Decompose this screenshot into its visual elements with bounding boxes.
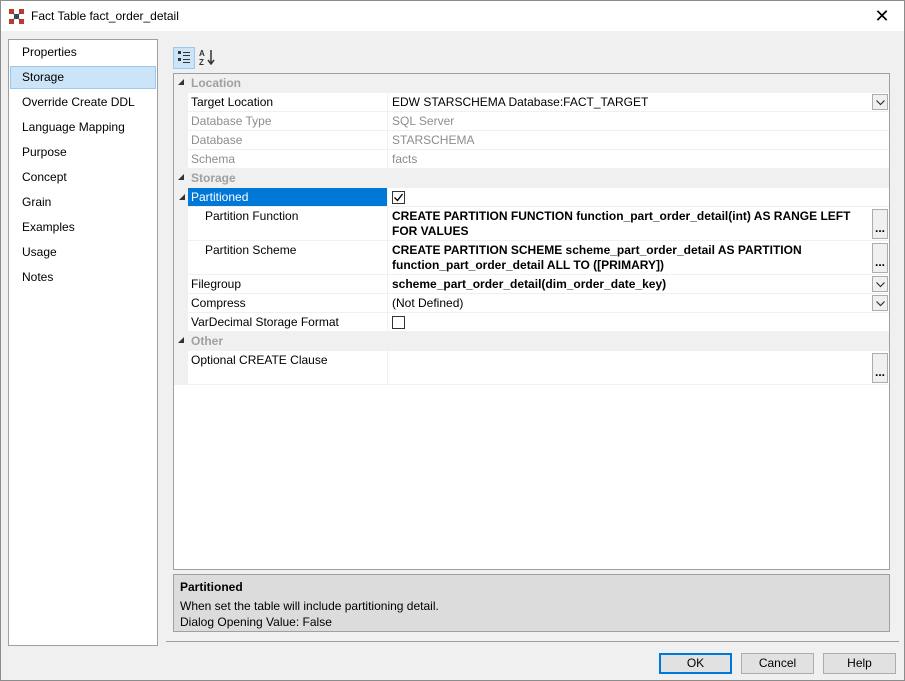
property-grid: Location Target Location EDW STARSCHEMA … [173,73,890,570]
svg-text:Z: Z [199,58,204,67]
chevron-down-icon [876,282,885,288]
prop-value[interactable]: CREATE PARTITION SCHEME scheme_part_orde… [388,241,889,275]
ellipsis-button[interactable]: ... [872,243,888,273]
dropdown-button[interactable] [872,94,888,110]
partition-scheme-value: CREATE PARTITION SCHEME scheme_part_orde… [392,243,802,272]
checkmark-icon [394,193,404,202]
prop-row-schema: Schema facts [174,150,889,169]
nav-item-grain[interactable]: Grain [10,191,156,214]
chevron-down-icon [876,301,885,307]
collapse-icon[interactable] [178,337,184,343]
prop-value[interactable]: scheme_part_order_detail(dim_order_date_… [388,275,889,294]
nav-item-override-create-ddl[interactable]: Override Create DDL [10,91,156,114]
nav-item-examples[interactable]: Examples [10,216,156,239]
category-label: Other [191,334,224,348]
help-button[interactable]: Help [823,653,896,674]
prop-name: Compress [188,294,388,313]
prop-value[interactable]: (Not Defined) [388,294,889,313]
dropdown-button[interactable] [872,276,888,292]
description-title: Partitioned [180,580,243,594]
nav-item-properties[interactable]: Properties [10,41,156,64]
nav-item-purpose[interactable]: Purpose [10,141,156,164]
prop-row-compress[interactable]: Compress (Not Defined) [174,294,889,313]
title-bar: Fact Table fact_order_detail ✕ [1,1,904,31]
partition-function-value: CREATE PARTITION FUNCTION function_part_… [392,209,851,238]
description-text: When set the table will include partitio… [180,599,439,613]
prop-value[interactable]: EDW STARSCHEMA Database:FACT_TARGET [388,93,889,112]
categorized-button[interactable] [173,47,195,69]
prop-name: Optional CREATE Clause [188,351,388,385]
prop-row-optional-create[interactable]: Optional CREATE Clause ... [174,351,889,385]
close-icon: ✕ [874,6,890,26]
window-title: Fact Table fact_order_detail [31,9,179,23]
prop-name: Partition Scheme [188,241,388,275]
prop-name: Database Type [188,112,388,131]
prop-name: VarDecimal Storage Format [188,313,388,332]
prop-row-target-location[interactable]: Target Location EDW STARSCHEMA Database:… [174,93,889,112]
prop-name: Partition Function [188,207,388,241]
prop-name: Filegroup [188,275,388,294]
svg-text:A: A [199,49,205,58]
prop-row-database: Database STARSCHEMA [174,131,889,150]
prop-row-partition-scheme[interactable]: Partition Scheme CREATE PARTITION SCHEME… [174,241,889,275]
dialog-window: Fact Table fact_order_detail ✕ Propertie… [0,0,905,681]
categorized-icon [178,51,190,63]
prop-value: facts [388,150,889,169]
vardecimal-checkbox[interactable] [392,316,405,329]
close-button[interactable]: ✕ [860,1,904,31]
fact-table-icon [9,9,24,24]
prop-row-partition-function[interactable]: Partition Function CREATE PARTITION FUNC… [174,207,889,241]
prop-value[interactable]: CREATE PARTITION FUNCTION function_part_… [388,207,889,241]
chevron-down-icon [876,100,885,106]
compress-value: (Not Defined) [392,296,464,310]
prop-name: Schema [188,150,388,169]
description-panel: Partitioned When set the table will incl… [173,574,890,632]
prop-value[interactable] [388,313,889,332]
ellipsis-button[interactable]: ... [872,209,888,239]
category-label: Storage [191,171,236,185]
cancel-button[interactable]: Cancel [741,653,814,674]
category-location[interactable]: Location [174,74,889,93]
prop-row-vardecimal[interactable]: VarDecimal Storage Format [174,313,889,332]
filegroup-value: scheme_part_order_detail(dim_order_date_… [392,277,667,291]
prop-name: Database [188,131,388,150]
prop-name: Partitioned [188,188,388,207]
dropdown-button[interactable] [872,295,888,311]
ok-button[interactable]: OK [659,653,732,674]
ellipsis-button[interactable]: ... [872,353,888,383]
collapse-icon[interactable] [179,194,185,200]
sort-alphabetical-icon: A Z [199,49,215,67]
prop-row-database-type: Database Type SQL Server [174,112,889,131]
category-label: Location [191,76,241,90]
prop-value[interactable]: ... [388,351,889,385]
collapse-icon[interactable] [178,79,184,85]
prop-value: STARSCHEMA [388,131,889,150]
nav-item-concept[interactable]: Concept [10,166,156,189]
nav-item-storage[interactable]: Storage [10,66,156,89]
description-opening-value: Dialog Opening Value: False [180,615,332,629]
nav-item-usage[interactable]: Usage [10,241,156,264]
prop-row-partitioned[interactable]: Partitioned [174,188,889,207]
prop-name: Target Location [188,93,388,112]
category-storage[interactable]: Storage [174,169,889,188]
target-location-value: EDW STARSCHEMA Database:FACT_TARGET [392,95,649,109]
alphabetical-button[interactable]: A Z [197,47,219,69]
page-list: Properties Storage Override Create DDL L… [8,39,158,646]
partitioned-checkbox[interactable] [392,191,405,204]
nav-item-language-mapping[interactable]: Language Mapping [10,116,156,139]
collapse-icon[interactable] [178,174,184,180]
prop-value: SQL Server [388,112,889,131]
category-other[interactable]: Other [174,332,889,351]
prop-value[interactable] [388,188,889,207]
nav-item-notes[interactable]: Notes [10,266,156,289]
prop-row-filegroup[interactable]: Filegroup scheme_part_order_detail(dim_o… [174,275,889,294]
divider [166,641,899,642]
